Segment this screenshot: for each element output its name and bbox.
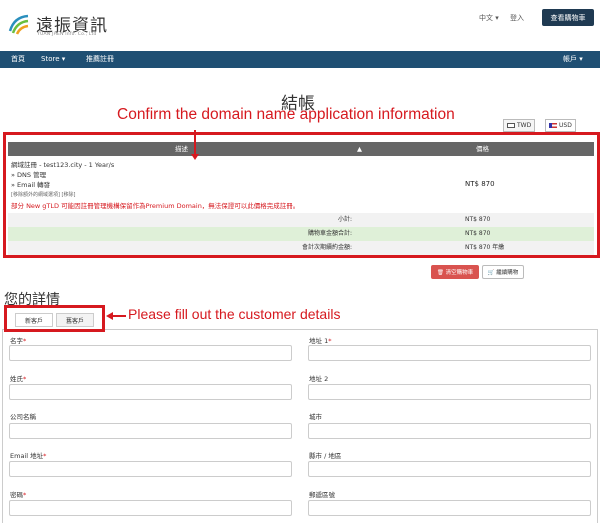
password-input[interactable] (9, 500, 292, 516)
annotation-box-tabs (4, 305, 105, 332)
annotation-fill-details: Please fill out the customer details (128, 306, 341, 322)
main-nav: 首頁 Store ▾ 推薦註冊 帳戶 ▾ (0, 51, 600, 68)
annotation-arrow-left-line (112, 315, 126, 317)
company-input[interactable] (9, 423, 292, 439)
taiwan-flag-icon (507, 123, 515, 128)
currency-usd-label: USD (559, 122, 572, 129)
postcode-input[interactable] (308, 500, 591, 516)
nav-item-home[interactable]: 首頁 (11, 51, 25, 68)
view-cart-button[interactable]: 查看購物車 (542, 9, 594, 26)
continue-shopping-button[interactable]: 🛒 繼續購物 (482, 265, 524, 279)
address2-label: 地址 2 (309, 375, 329, 383)
last-name-input[interactable] (9, 384, 292, 400)
nav-item-store[interactable]: Store ▾ (41, 51, 65, 68)
first-name-input[interactable] (9, 345, 292, 361)
postcode-label: 郵遞區號 (309, 491, 335, 499)
site-header: 遠振資訊 YUAN JHEN Info. Co., Ltd 中文 ▾ 登入 查看… (0, 0, 600, 50)
city-input[interactable] (308, 423, 591, 439)
city-label: 城市 (309, 413, 322, 421)
annotation-arrow-down-tip-icon (191, 154, 199, 160)
logo-english-name: YUAN JHEN Info. Co., Ltd (37, 32, 97, 37)
address2-input[interactable] (308, 384, 591, 400)
first-name-label: 名字* (10, 337, 27, 345)
email-input[interactable] (9, 461, 292, 477)
address1-label: 地址 1* (309, 337, 332, 345)
company-label: 公司名稱 (10, 413, 36, 421)
state-label: 縣市 / 地區 (309, 452, 342, 460)
password-label: 密碼* (10, 491, 27, 499)
nav-item-referral[interactable]: 推薦註冊 (86, 51, 114, 68)
currency-twd-button[interactable]: TWD (503, 119, 536, 132)
annotation-confirm-domain: Confirm the domain name application info… (117, 106, 455, 123)
login-link[interactable]: 登入 (510, 13, 524, 23)
annotation-box-domain-info (3, 132, 600, 258)
email-label: Email 地址* (10, 452, 47, 460)
currency-twd-label: TWD (517, 122, 532, 129)
state-input[interactable] (308, 461, 591, 477)
address1-input[interactable] (308, 345, 591, 361)
annotation-arrow-down-icon (194, 130, 196, 156)
empty-cart-button[interactable]: 🗑 清空購物車 (431, 265, 479, 279)
us-flag-icon (549, 123, 557, 128)
nav-item-account[interactable]: 帳戶 ▾ (563, 51, 583, 68)
language-selector[interactable]: 中文 ▾ (479, 13, 499, 23)
currency-usd-button[interactable]: USD (545, 119, 576, 132)
company-logo-icon[interactable] (8, 13, 30, 35)
last-name-label: 姓氏* (10, 375, 27, 383)
